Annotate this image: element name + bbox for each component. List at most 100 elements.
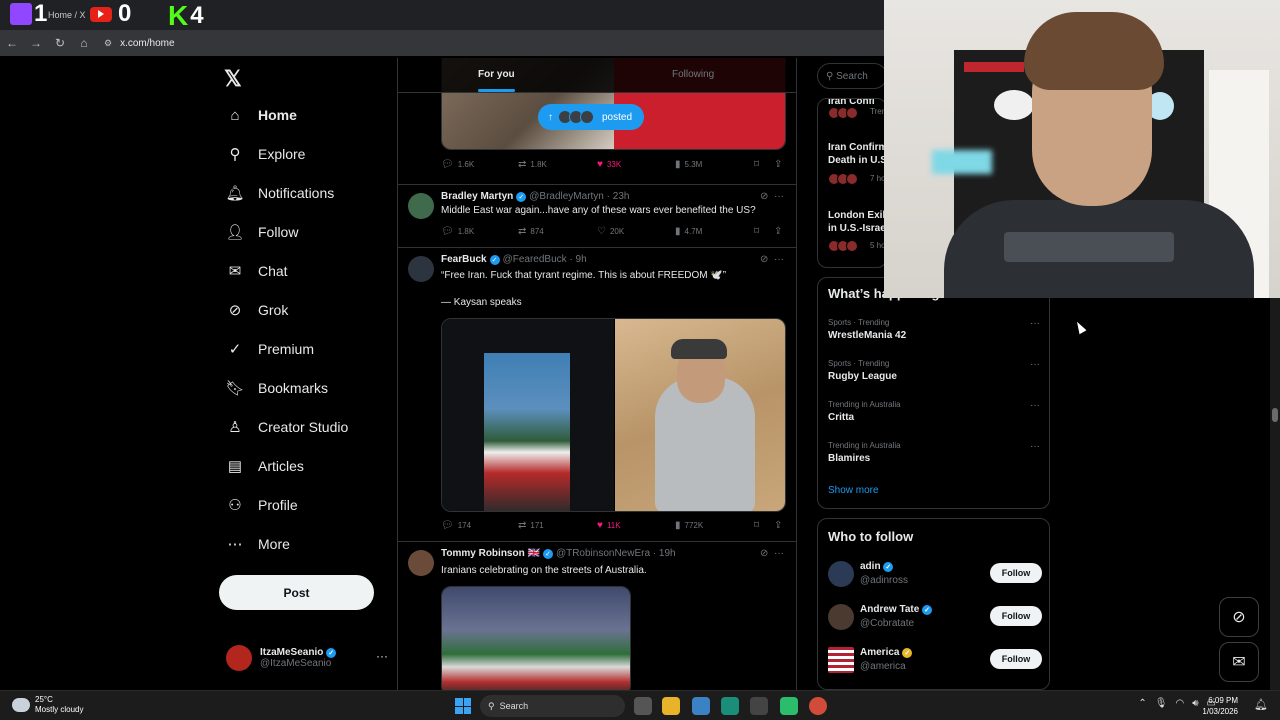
follow-button[interactable]: Follow [990,649,1042,669]
new-posts-pill[interactable]: ↑ posted [538,104,645,130]
nav-bookmarks[interactable]: 🔖︎ Bookmarks [225,370,328,406]
repost-button[interactable]: ⇄ 171 [518,520,544,531]
search-input[interactable]: ⚲ Search [817,63,887,89]
home-browser-icon[interactable]: ⌂ [72,36,96,50]
tweet-author-name[interactable]: Tommy Robinson 🇬🇧 [441,548,540,559]
trend-item[interactable]: Sports · Trending WrestleMania 42 ··· [828,318,1040,341]
settings-icon[interactable] [750,697,768,715]
reply-button[interactable]: 💬︎ 1.6K [441,159,474,170]
tweet-media[interactable] [441,318,786,512]
views-button[interactable]: ▮ 772K [675,520,703,531]
follow-suggestion[interactable]: adin ✓ @adinross Follow [828,559,1042,589]
avatar[interactable] [408,256,434,282]
edge-icon[interactable] [721,697,739,715]
nav-explore[interactable]: ⚲ Explore [226,136,306,172]
share-button[interactable]: ⇪ [774,520,786,531]
more-icon[interactable]: ··· [774,254,784,265]
grok-icon[interactable]: ⊘ [760,254,768,265]
more-icon[interactable]: ··· [1030,359,1040,370]
trend-item[interactable]: Trending in Australia Blamires ··· [828,441,1040,464]
nav-chat[interactable]: ✉ Chat [226,253,288,289]
account-switcher[interactable]: ItzaMeSeanio ✓ @ItzaMeSeanio ··· [226,643,388,673]
tweet-handle[interactable]: @BradleyMartyn [529,191,604,202]
reply-button[interactable]: 💬︎ 1.8K [441,226,474,237]
bookmark-button[interactable]: ⌑ [754,159,763,170]
tweet-time[interactable]: · 9h [569,254,586,265]
like-button[interactable]: ♥ 11K [597,520,621,531]
more-icon[interactable]: ··· [1030,318,1040,329]
post-button[interactable]: Post [219,575,374,610]
notification-bell-icon[interactable]: 🔔︎ [1254,698,1268,711]
clock[interactable]: 6:09 PM 1/03/2026 [1202,695,1238,717]
nav-grok[interactable]: ⊘ Grok [226,292,289,328]
like-button[interactable]: ♥ 33K [597,159,621,170]
back-icon[interactable]: ← [0,36,24,50]
weather-widget[interactable]: 25°C Mostly cloudy [12,695,83,715]
nav-creator-studio[interactable]: ♙ Creator Studio [226,409,348,445]
bookmark-button[interactable]: ⌑ [754,520,763,531]
more-icon[interactable]: ··· [1030,400,1040,411]
windows-start-icon[interactable] [455,698,471,714]
reload-icon[interactable]: ↻ [48,36,72,50]
chevron-up-icon[interactable]: ⌃ [1138,698,1146,709]
tab-for-you[interactable]: For you [478,69,515,92]
scrollbar-thumb[interactable] [1272,408,1278,422]
tweet-media[interactable] [441,586,631,690]
avatar[interactable] [408,550,434,576]
nav-profile[interactable]: ⚇ Profile [226,487,297,523]
tab-following[interactable]: Following [672,69,714,80]
x-logo-icon[interactable]: 𝕏 [224,66,242,92]
views-button[interactable]: ▮ 4.7M [675,226,702,237]
bookmark-button[interactable]: ⌑ [754,226,763,237]
nav-more[interactable]: ⋯ More [226,526,290,562]
avatar[interactable] [828,561,854,587]
trend-item[interactable]: Sports · Trending Rugby League ··· [828,359,1040,382]
repost-button[interactable]: ⇄ 1.8K [518,159,547,170]
taskbar-search[interactable]: ⚲ Search [480,695,625,717]
more-icon[interactable]: ··· [774,191,784,202]
like-button[interactable]: ♡ 20K [597,226,624,237]
microphone-icon[interactable]: 🎙︎ [1155,698,1168,709]
repost-button[interactable]: ⇄ 874 [518,226,544,237]
nav-articles[interactable]: ▤ Articles [226,448,304,484]
reply-button[interactable]: 💬︎ 174 [441,520,471,531]
follow-suggestion[interactable]: America ✓ @america Follow [828,645,1042,675]
follow-suggestion[interactable]: Andrew Tate ✓ @Cobratate Follow [828,602,1042,632]
task-view-icon[interactable] [634,697,652,715]
nav-notifications[interactable]: 🔔︎ Notifications [225,175,334,211]
wifi-icon[interactable]: ◠ [1176,698,1185,709]
tweet-author-name[interactable]: Bradley Martyn [441,191,513,202]
tweet[interactable]: Bradley Martyn ✓ @BradleyMartyn · 23h ⊘ … [398,185,796,248]
chrome-icon[interactable] [809,697,827,715]
views-button[interactable]: ▮ 5.3M [675,159,702,170]
grok-fab[interactable]: ⊘ [1219,597,1259,637]
page-scrollbar[interactable] [1270,298,1280,690]
show-more-link[interactable]: Show more [828,485,879,496]
copilot-icon[interactable] [692,697,710,715]
file-explorer-icon[interactable] [662,697,680,715]
forward-icon[interactable]: → [24,36,48,50]
url-field[interactable]: ⚙ x.com/home [104,38,175,49]
volume-icon[interactable]: 🔊︎ [1192,698,1198,709]
grok-icon[interactable]: ⊘ [760,191,768,202]
news-item[interactable]: Iran Confirm Death in U.S [828,141,886,167]
tweet-time[interactable]: · 23h [607,191,630,202]
tweet-handle[interactable]: @FearedBuck [503,254,567,265]
share-button[interactable]: ⇪ [774,226,786,237]
nav-home[interactable]: ⌂ Home [226,97,296,133]
tweet-handle[interactable]: @TRobinsonNewEra [556,548,650,559]
share-button[interactable]: ⇪ [774,159,786,170]
avatar[interactable] [828,604,854,630]
grok-icon[interactable]: ⊘ [760,548,768,559]
follow-button[interactable]: Follow [990,563,1042,583]
nav-premium[interactable]: ✓ Premium [226,331,314,367]
app-icon[interactable] [780,697,798,715]
more-icon[interactable]: ··· [1030,441,1040,452]
avatar[interactable] [408,193,434,219]
more-icon[interactable]: ··· [774,548,784,559]
more-icon[interactable]: ··· [376,649,388,663]
nav-follow[interactable]: 👤︎ Follow [225,214,298,250]
tweet[interactable]: Tommy Robinson 🇬🇧 ✓ @TRobinsonNewEra · 1… [398,542,796,690]
follow-button[interactable]: Follow [990,606,1042,626]
site-info-icon[interactable]: ⚙ [104,38,112,49]
